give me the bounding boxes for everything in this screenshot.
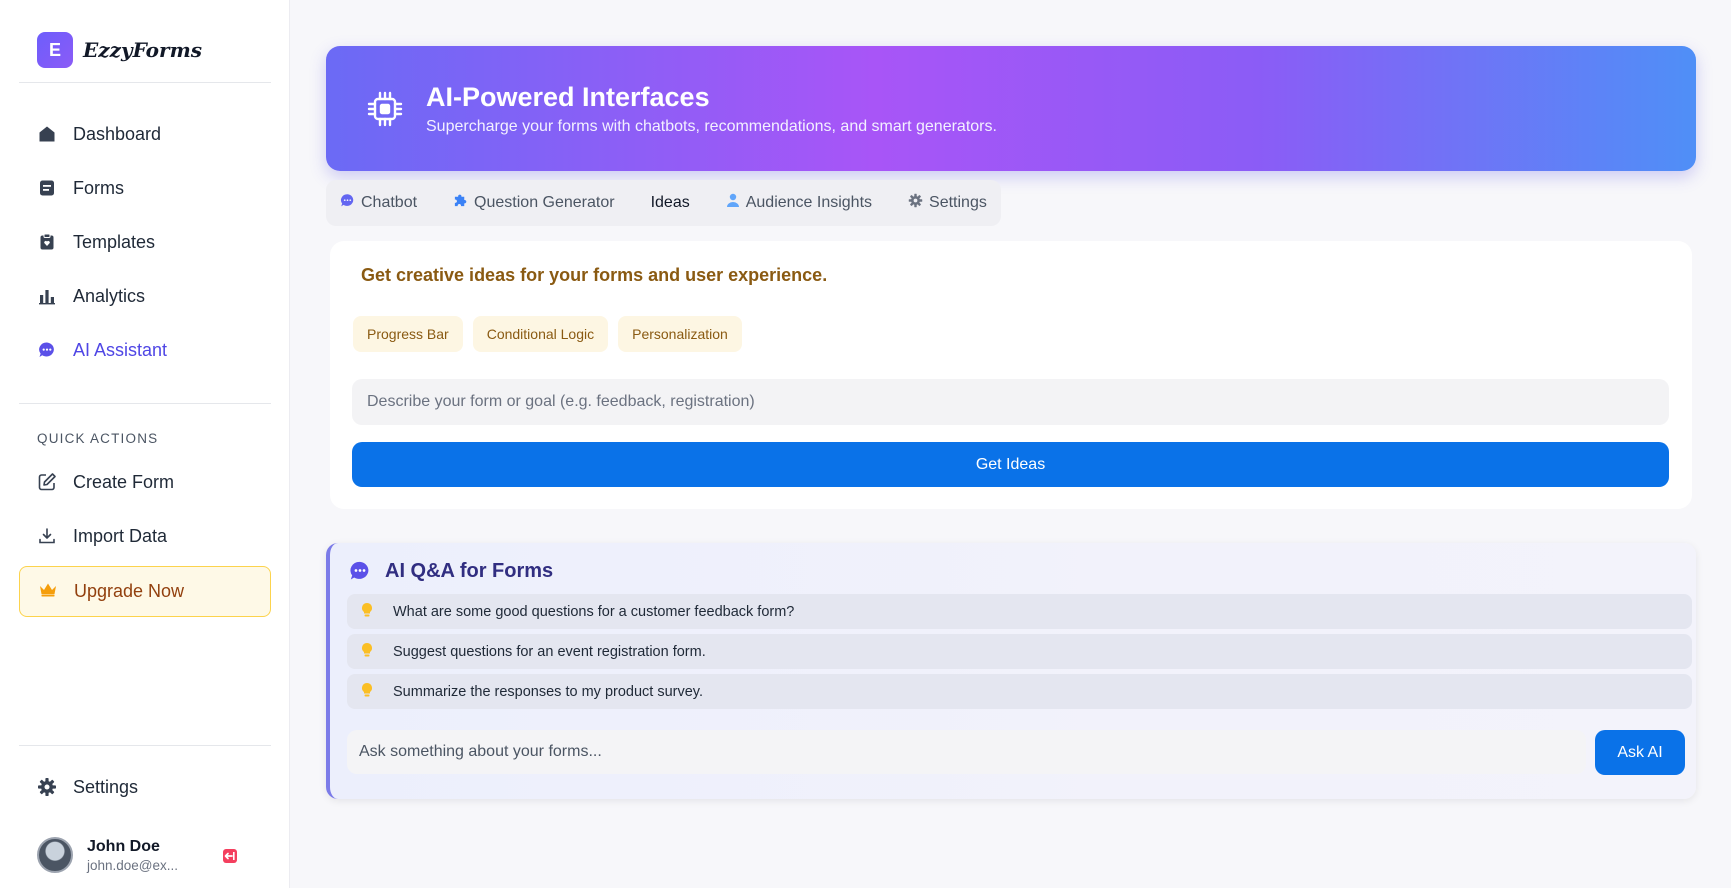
forms-icon: [37, 178, 57, 198]
nav-item-analytics[interactable]: Analytics: [19, 276, 271, 316]
main-nav: Dashboard Forms Templates Analytics AI A…: [19, 114, 271, 384]
user-email: john.doe@ex...: [87, 857, 179, 873]
nav-label: Settings: [73, 776, 139, 797]
home-icon: [37, 124, 57, 144]
idea-goal-input[interactable]: [352, 379, 1669, 425]
nav-item-ai-assistant[interactable]: AI Assistant: [19, 330, 271, 370]
quick-action-label: Import Data: [73, 525, 168, 546]
qa-suggestion[interactable]: Summarize the responses to my product su…: [347, 674, 1692, 709]
nav-label: Templates: [73, 231, 156, 252]
download-icon: [37, 526, 57, 546]
quick-action-create-form[interactable]: Create Form: [19, 462, 271, 502]
qa-suggestion-text: Summarize the responses to my product su…: [393, 683, 703, 700]
hero-banner: AI-Powered Interfaces Supercharge your f…: [326, 46, 1696, 171]
divider: [19, 745, 271, 746]
nav-item-forms[interactable]: Forms: [19, 168, 271, 208]
qa-suggestion[interactable]: What are some good questions for a custo…: [347, 594, 1692, 629]
edit-icon: [37, 472, 57, 492]
nav-label: Forms: [73, 177, 124, 198]
upgrade-label: Upgrade Now: [74, 581, 185, 601]
page-subtitle: Supercharge your forms with chatbots, re…: [426, 118, 997, 135]
lightbulb-icon: [361, 642, 373, 662]
lightbulb-icon: [361, 682, 373, 702]
avatar: [37, 837, 73, 873]
quick-actions-label: QUICK ACTIONS: [37, 431, 159, 446]
idea-chip-conditional-logic[interactable]: Conditional Logic: [472, 316, 609, 352]
ask-question-input[interactable]: [347, 730, 1586, 774]
gear-icon: [908, 193, 923, 213]
divider: [19, 403, 271, 404]
settings-nav: Settings: [19, 767, 271, 821]
user-name: John Doe: [87, 837, 160, 855]
user-profile[interactable]: John Doe john.doe@ex...: [37, 837, 178, 873]
idea-chips: Progress Bar Conditional Logic Personali…: [353, 316, 742, 352]
quick-action-label: Create Form: [73, 471, 175, 492]
ideas-heading: Get creative ideas for your forms and us…: [361, 265, 828, 285]
nav-label: AI Assistant: [73, 339, 168, 360]
chip-icon: [366, 90, 404, 133]
logout-icon[interactable]: [220, 846, 240, 866]
chat-icon: [340, 193, 355, 213]
get-ideas-button[interactable]: Get Ideas: [352, 442, 1669, 487]
tab-label: Audience Insights: [745, 194, 873, 211]
tab-label: Chatbot: [361, 194, 418, 211]
tab-question-generator[interactable]: Question Generator: [453, 193, 615, 213]
idea-chip-progress-bar[interactable]: Progress Bar: [353, 316, 463, 352]
qa-suggestion-text: Suggest questions for an event registrat…: [393, 643, 706, 660]
brand-logo: E: [37, 32, 73, 68]
nav-label: Dashboard: [73, 123, 162, 144]
tab-chatbot[interactable]: Chatbot: [340, 193, 417, 213]
tab-settings[interactable]: Settings: [908, 193, 987, 213]
idea-chip-personalization[interactable]: Personalization: [618, 316, 742, 352]
crown-icon: [38, 581, 58, 602]
quick-actions: Create Form Import Data: [19, 462, 271, 570]
brand-name: EzzyForms: [83, 38, 202, 62]
nav-item-settings[interactable]: Settings: [19, 767, 271, 807]
user-icon: [726, 193, 740, 213]
nav-item-templates[interactable]: Templates: [19, 222, 271, 262]
analytics-icon: [37, 286, 57, 306]
chat-icon: [349, 560, 371, 587]
gear-icon: [37, 777, 57, 797]
page-title: AI-Powered Interfaces: [426, 82, 710, 112]
sidebar: E EzzyForms Dashboard Forms Templates An…: [0, 0, 290, 888]
qa-title: AI Q&A for Forms: [385, 560, 554, 582]
tab-audience-insights[interactable]: Audience Insights: [726, 193, 872, 213]
brand[interactable]: E EzzyForms: [37, 32, 202, 68]
tab-ideas[interactable]: Ideas: [651, 194, 690, 212]
divider: [19, 82, 271, 83]
ask-ai-button[interactable]: Ask AI: [1595, 730, 1685, 775]
chat-icon: [37, 340, 57, 360]
upgrade-button[interactable]: Upgrade Now: [19, 566, 271, 617]
qa-suggestion[interactable]: Suggest questions for an event registrat…: [347, 634, 1692, 669]
lightbulb-icon: [361, 602, 373, 622]
tab-label: Ideas: [650, 194, 690, 211]
puzzle-icon: [453, 193, 468, 213]
nav-label: Analytics: [73, 285, 146, 306]
ai-qa-panel: AI Q&A for Forms What are some good ques…: [326, 543, 1696, 799]
quick-action-import-data[interactable]: Import Data: [19, 516, 271, 556]
tab-label: Settings: [929, 194, 987, 211]
nav-item-dashboard[interactable]: Dashboard: [19, 114, 271, 154]
qa-suggestion-text: What are some good questions for a custo…: [393, 603, 795, 620]
ideas-panel: Get creative ideas for your forms and us…: [330, 241, 1692, 509]
templates-icon: [37, 232, 57, 252]
tab-bar: Chatbot Question Generator Ideas Audienc…: [326, 180, 1001, 226]
tab-label: Question Generator: [474, 194, 615, 211]
